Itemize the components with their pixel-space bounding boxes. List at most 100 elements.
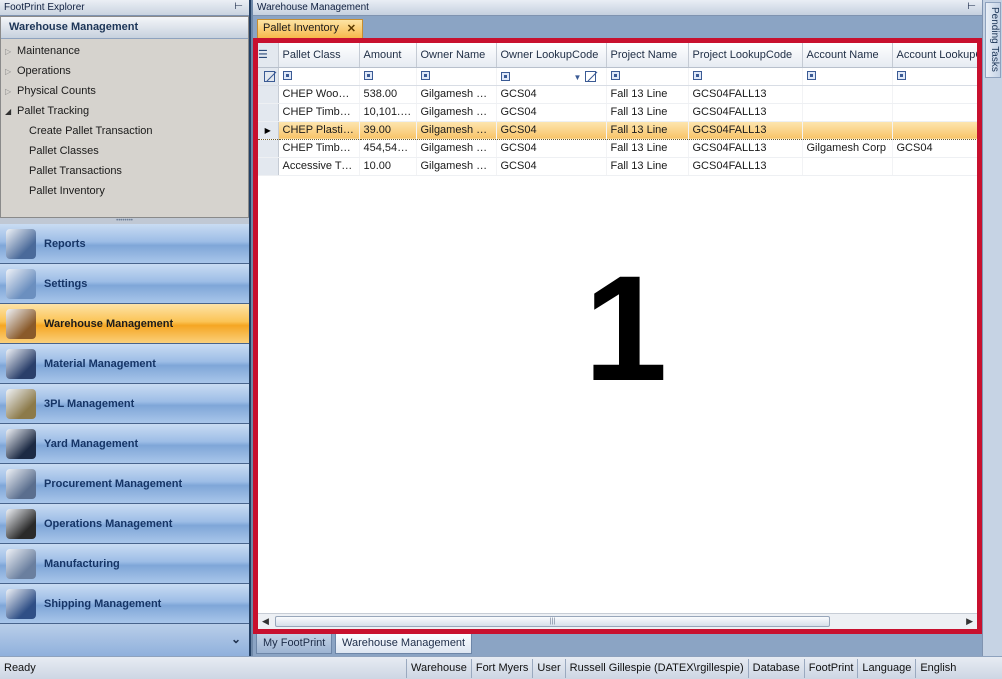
filter-operator-icon[interactable] (420, 71, 430, 80)
collapsed-toggle-icon[interactable]: ▷ (5, 42, 17, 62)
column-header-account-lookupcode[interactable]: Account LookupCode (892, 43, 977, 68)
cell-project-name[interactable]: Fall 13 Line (606, 85, 689, 104)
tree-item-create-pallet-transaction[interactable]: Create Pallet Transaction (5, 121, 248, 141)
collapsed-toggle-icon[interactable]: ▷ (5, 62, 17, 82)
cell-account-lookupcode[interactable] (892, 120, 977, 140)
nav-item-material-management[interactable]: Material Management (0, 344, 249, 384)
cell-amount[interactable]: 454,540.00 (359, 139, 417, 158)
table-row[interactable]: CHEP Timber Pallet454,540.00Gilgamesh Co… (258, 139, 977, 158)
cell-account-lookupcode[interactable]: GCS04 (892, 139, 977, 158)
cell-account-lookupcode[interactable] (892, 157, 977, 176)
column-header-owner-name[interactable]: Owner Name (416, 43, 497, 68)
filter-operator-icon[interactable] (692, 71, 702, 80)
close-icon[interactable]: ✕ (347, 22, 356, 35)
cell-owner-name[interactable]: Gilgamesh Corp (416, 139, 497, 158)
column-header-owner-lookupcode[interactable]: Owner LookupCode (496, 43, 607, 68)
collapsed-toggle-icon[interactable]: ▷ (5, 82, 17, 102)
row-indicator[interactable] (258, 157, 279, 176)
cell-pallet-class[interactable]: CHEP Plastic Pallet (278, 120, 360, 140)
cell-owner-name[interactable]: Gilgamesh Corp (416, 103, 497, 122)
cell-project-name[interactable]: Fall 13 Line (606, 139, 689, 158)
tree-item-pallet-classes[interactable]: Pallet Classes (5, 141, 248, 161)
pin-icon[interactable]: ⊢ (967, 1, 976, 12)
table-row[interactable]: Accessive Titan 10.00 Gilgamesh Corp GCS04 F… (258, 157, 977, 176)
cell-project-name[interactable]: Fall 13 Line (606, 103, 689, 122)
cell-project-lookupcode[interactable]: GCS04FALL13 (688, 120, 803, 140)
table-row[interactable]: ▶CHEP Plastic Pallet39.00Gilgamesh CorpG… (258, 120, 977, 140)
tab-pallet-inventory[interactable]: Pallet Inventory ✕ (257, 19, 363, 38)
tree-item-pallet-transactions[interactable]: Pallet Transactions (5, 161, 248, 181)
nav-item-procurement-management[interactable]: Procurement Management (0, 464, 249, 504)
cell-project-name[interactable]: Fall 13 Line (606, 120, 689, 140)
cell-owner-name[interactable]: Gilgamesh Corp (416, 85, 497, 104)
cell-pallet-class[interactable]: CHEP Timber Pallet (278, 103, 360, 122)
filter-cell-project-lookupcode[interactable] (688, 67, 803, 86)
cell-owner-lookupcode[interactable]: GCS04 (496, 103, 607, 122)
nav-item-3pl-management[interactable]: 3PL Management (0, 384, 249, 424)
tree-item-physical-counts[interactable]: ▷ Physical Counts (5, 81, 248, 101)
tree-item-operations[interactable]: ▷ Operations (5, 61, 248, 81)
scrollbar-thumb[interactable]: ||| (275, 616, 830, 627)
clear-filter-button[interactable] (258, 67, 279, 86)
filter-cell-pallet-class[interactable] (278, 67, 360, 86)
row-indicator[interactable] (258, 103, 279, 122)
column-header-project-lookupcode[interactable]: Project LookupCode (688, 43, 803, 68)
scroll-left-icon[interactable]: ◀ (262, 616, 269, 627)
pending-tasks-tab[interactable]: Pending Tasks (985, 2, 1001, 78)
nav-item-settings[interactable]: Settings (0, 264, 249, 304)
filter-operator-icon[interactable] (806, 71, 816, 80)
cell-owner-lookupcode[interactable]: GCS04 (496, 157, 607, 176)
horizontal-scrollbar[interactable]: ◀ ||| ▶ (258, 613, 977, 629)
cell-account-name[interactable] (802, 157, 893, 176)
nav-item-warehouse-management[interactable]: Warehouse Management (0, 304, 249, 344)
column-header-account-name[interactable]: Account Name (802, 43, 893, 68)
filter-cell-project-name[interactable] (606, 67, 689, 86)
filter-operator-icon[interactable] (500, 72, 510, 81)
column-header-project-name[interactable]: Project Name (606, 43, 689, 68)
filter-operator-icon[interactable] (610, 71, 620, 80)
tab-warehouse-management[interactable]: Warehouse Management (335, 634, 473, 654)
cell-owner-lookupcode[interactable]: GCS04 (496, 85, 607, 104)
table-row[interactable]: CHEP Wooden Pallet538.00Gilgamesh CorpGC… (258, 85, 977, 104)
nav-item-manufacturing[interactable]: Manufacturing (0, 544, 249, 584)
scroll-right-icon[interactable]: ▶ (966, 616, 973, 627)
tree-item-pallet-tracking[interactable]: ◢ Pallet Tracking (5, 101, 248, 121)
cell-project-name[interactable]: Fall 13 Line (606, 157, 689, 176)
chevron-down-icon[interactable]: ⌄ (231, 632, 241, 646)
cell-amount[interactable]: 10,101.00 (359, 103, 417, 122)
cell-account-name[interactable] (802, 103, 893, 122)
cell-owner-name[interactable]: Gilgamesh Corp (416, 157, 497, 176)
cell-account-lookupcode[interactable] (892, 85, 977, 104)
cell-pallet-class[interactable]: CHEP Timber Pallet (278, 139, 360, 158)
cell-owner-lookupcode[interactable]: GCS04 (496, 120, 607, 140)
cell-account-name[interactable]: Gilgamesh Corp (802, 139, 893, 158)
filter-cell-owner-lookupcode[interactable]: ▼ (496, 67, 607, 86)
cell-project-lookupcode[interactable]: GCS04FALL13 (688, 103, 803, 122)
expanded-toggle-icon[interactable]: ◢ (5, 102, 17, 122)
nav-item-operations-management[interactable]: Operations Management (0, 504, 249, 544)
cell-project-lookupcode[interactable]: GCS04FALL13 (688, 139, 803, 158)
filter-cell-amount[interactable] (359, 67, 417, 86)
filter-cell-account-name[interactable] (802, 67, 893, 86)
cell-project-lookupcode[interactable]: GCS04FALL13 (688, 85, 803, 104)
row-indicator[interactable] (258, 139, 279, 158)
filter-cell-account-lookupcode[interactable] (892, 67, 977, 86)
cell-amount[interactable]: 538.00 (359, 85, 417, 104)
cell-amount[interactable]: 10.00 (359, 157, 417, 176)
row-indicator[interactable] (258, 85, 279, 104)
cell-account-lookupcode[interactable] (892, 103, 977, 122)
filter-operator-icon[interactable] (363, 71, 373, 80)
filter-cell-owner-name[interactable] (416, 67, 497, 86)
nav-item-shipping-management[interactable]: Shipping Management (0, 584, 249, 624)
row-indicator[interactable]: ▶ (258, 120, 279, 140)
clear-column-filter-icon[interactable] (585, 71, 597, 82)
cell-project-lookupcode[interactable]: GCS04FALL13 (688, 157, 803, 176)
pin-icon[interactable]: ⊢ (234, 1, 243, 12)
cell-amount[interactable]: 39.00 (359, 120, 417, 140)
cell-account-name[interactable] (802, 85, 893, 104)
tree-item-maintenance[interactable]: ▷ Maintenance (5, 41, 248, 61)
filter-operator-icon[interactable] (896, 71, 906, 80)
column-header-amount[interactable]: Amount (359, 43, 417, 68)
column-header-pallet-class[interactable]: Pallet Class (278, 43, 360, 68)
cell-owner-name[interactable]: Gilgamesh Corp (416, 120, 497, 140)
